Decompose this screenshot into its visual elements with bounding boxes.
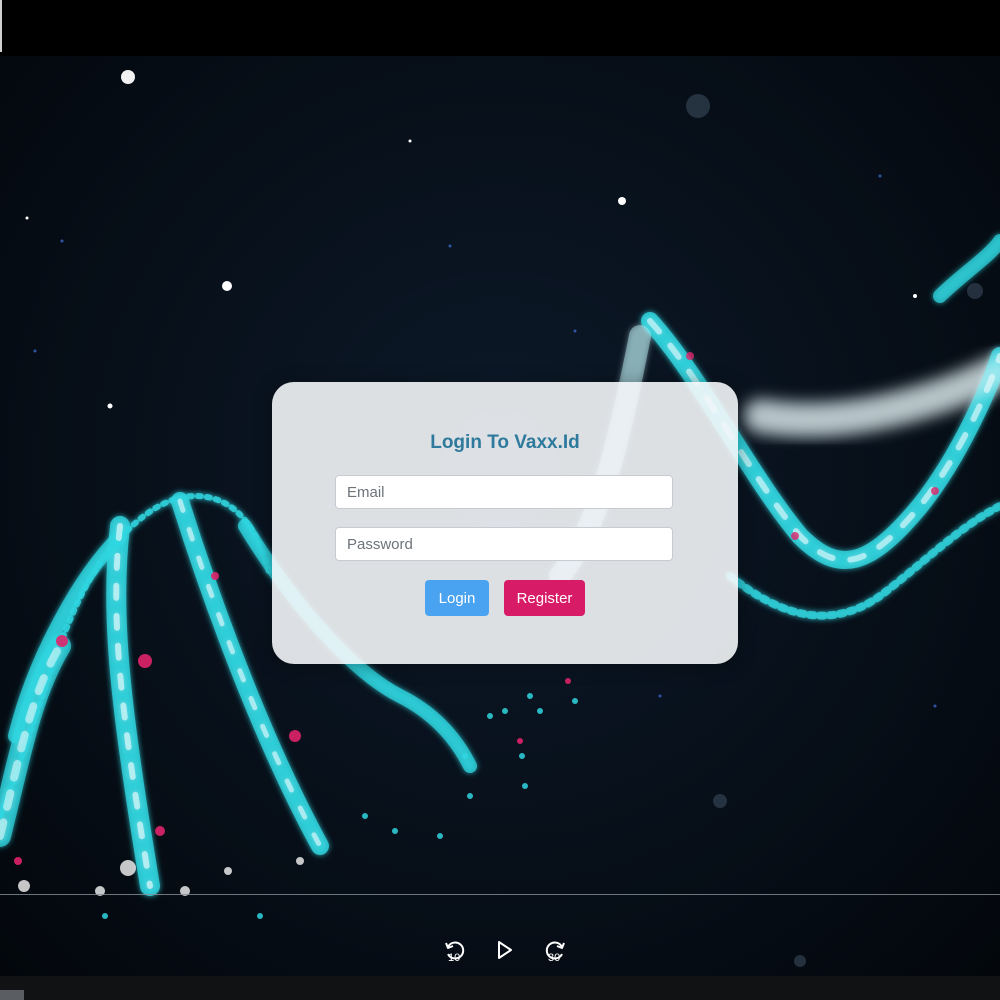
register-button[interactable]: Register	[504, 580, 585, 616]
play-icon	[498, 941, 512, 959]
email-input[interactable]	[335, 475, 673, 509]
forward-30-button[interactable]: 30	[537, 932, 573, 968]
top-edge-marker	[0, 0, 2, 52]
rewind-seconds-label: 10	[448, 952, 461, 964]
video-progress-bar[interactable]	[0, 894, 1000, 895]
login-card: Login To Vaxx.Id Login Register	[272, 382, 738, 664]
password-input[interactable]	[335, 527, 673, 561]
rewind-10-button[interactable]: 10	[437, 932, 473, 968]
taskbar-handle[interactable]	[0, 990, 24, 1000]
play-button[interactable]	[487, 932, 523, 968]
forward-seconds-label: 30	[548, 952, 561, 964]
login-button[interactable]: Login	[425, 580, 489, 616]
video-controls: 10 30	[0, 926, 1000, 976]
window-top-bar	[0, 0, 1000, 56]
window-bottom-bar	[0, 976, 1000, 1000]
login-title: Login To Vaxx.Id	[430, 432, 580, 453]
